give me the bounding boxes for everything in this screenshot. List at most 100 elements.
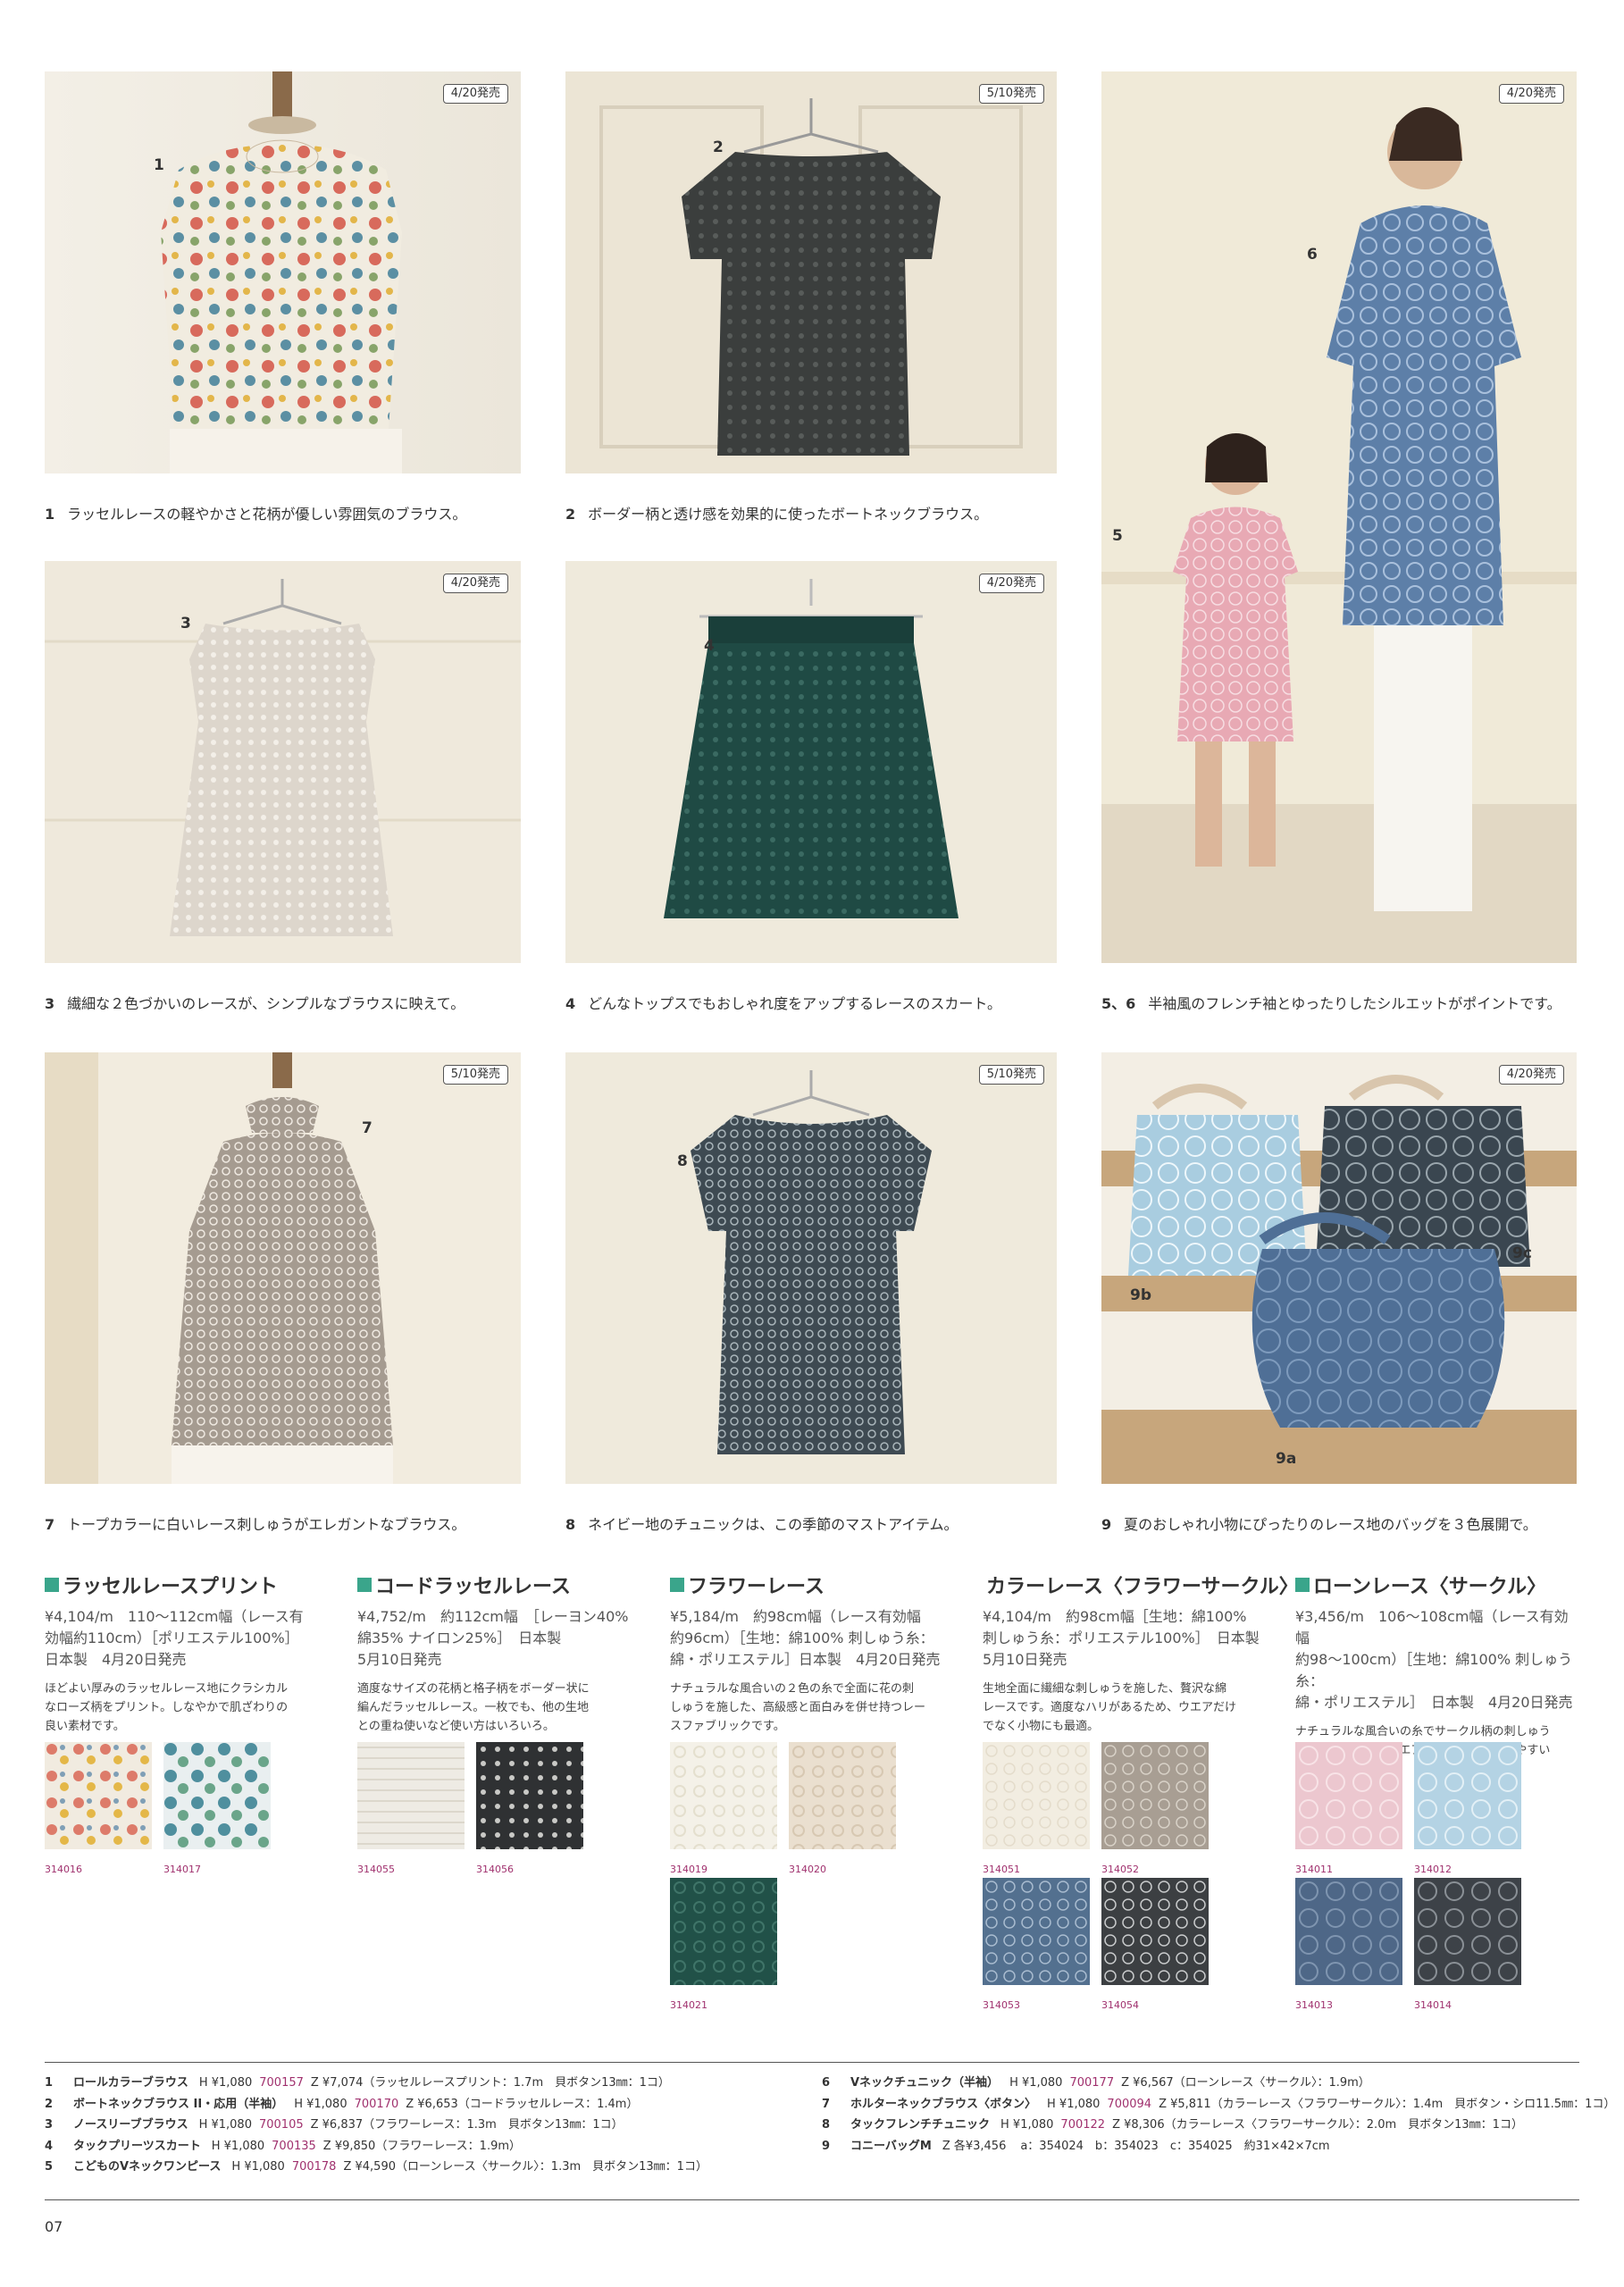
blouse-7-illustration bbox=[45, 1052, 521, 1484]
swatch-314055 bbox=[357, 1742, 465, 1849]
fabric-title: ラッセルレースプリント bbox=[45, 1571, 331, 1599]
release-badge: 4/20発売 bbox=[442, 84, 508, 104]
green-square-icon bbox=[357, 1578, 372, 1592]
divider-bottom bbox=[45, 2199, 1579, 2200]
pattern-list-left: 1 ロールカラーブラウス H ¥1,080 700157 Z ¥7,074（ラッセルレー… bbox=[45, 2073, 707, 2178]
swatch-code: 314014 bbox=[1414, 1999, 1452, 2011]
swatch-code: 314054 bbox=[1101, 1999, 1139, 2011]
swatch-code: 314017 bbox=[163, 1864, 201, 1875]
photo-item-8: 5/10発売 8 bbox=[565, 1052, 1057, 1484]
photo-item-1: 4/20発売 1 bbox=[45, 71, 521, 473]
page-number: 07 bbox=[45, 2218, 63, 2235]
blouse-1-illustration bbox=[45, 71, 521, 473]
list-item: 3 ノースリーブブラウス H ¥1,080 700105 Z ¥6,837（フラワーレー… bbox=[45, 2118, 624, 2132]
item-number: 8 bbox=[677, 1152, 688, 1170]
list-item: 5 こどものVネックワンピース H ¥1,080 700178 Z ¥4,590（ローン… bbox=[45, 2160, 707, 2174]
list-item: 2 ボートネックブラウス II・応用（半袖） H ¥1,080 700170 Z ¥6,… bbox=[45, 2097, 639, 2111]
green-square-icon bbox=[1295, 1578, 1310, 1592]
item-number: 2 bbox=[713, 138, 724, 156]
swatch-314052 bbox=[1101, 1742, 1209, 1849]
caption-8: 8 ネイビー地のチュニックは、この季節のマストアイテム。 bbox=[565, 1516, 958, 1533]
item-number: 6 bbox=[1307, 246, 1318, 264]
divider-top bbox=[45, 2062, 1579, 2063]
item-number: 4 bbox=[704, 637, 715, 655]
swatch-code: 314051 bbox=[983, 1864, 1020, 1875]
fabric-title: コードラッセルレース bbox=[357, 1571, 643, 1599]
caption-9: 9 夏のおしゃれ小物にぴったりのレース地のバッグを３色展開で。 bbox=[1101, 1516, 1537, 1533]
fabric-spec: ¥3,456/m 106～108cm幅（レース有効幅 約98～100cm）［生地：… bbox=[1295, 1608, 1573, 1711]
photo-item-5-6: 4/20発売 6 5 bbox=[1101, 71, 1577, 963]
swatch-314020 bbox=[789, 1742, 896, 1849]
swatch-314012 bbox=[1414, 1742, 1521, 1849]
list-item: 1 ロールカラーブラウス H ¥1,080 700157 Z ¥7,074（ラッセルレー… bbox=[45, 2076, 670, 2090]
swatch-314054 bbox=[1101, 1878, 1209, 1985]
swatch-code: 314053 bbox=[983, 1999, 1020, 2011]
item-number: 3 bbox=[180, 615, 191, 632]
fabric-description: 適度なサイズの花柄と格子柄をボーダー状に 編んだラッセルレース。一枚でも、他の生地… bbox=[357, 1682, 590, 1733]
release-badge: 5/10発売 bbox=[978, 1065, 1044, 1085]
fabric-spec: ¥4,104/m 110～112cm幅（レース有 効幅約110cm）［ポリエステル… bbox=[45, 1608, 304, 1668]
fabric-description: 生地全面に繊細な刺しゅうを施した、贅沢な綿 レースです。適度なハリがあるため、ウエ… bbox=[983, 1682, 1237, 1733]
fabric-spec: ¥4,104/m 約98cm幅［生地：綿100% 刺しゅう糸：ポリエステル100%… bbox=[983, 1608, 1260, 1668]
fabric-info-flower-lace: フラワーレース ¥5,184/m 約98cm幅（レース有効幅 約96cm）［生地：… bbox=[670, 1571, 956, 1736]
fabric-info-cord-russell: コードラッセルレース ¥4,752/m 約112cm幅 ［レーヨン40% 綿35%… bbox=[357, 1571, 643, 1736]
swatch-314021 bbox=[670, 1878, 777, 1985]
swatch-314017 bbox=[163, 1742, 271, 1849]
swatch-314056 bbox=[476, 1742, 583, 1849]
photo-item-4: 4/20発売 4 bbox=[565, 561, 1057, 963]
release-badge: 4/20発売 bbox=[1498, 1065, 1564, 1085]
item-number: 9b bbox=[1130, 1286, 1151, 1304]
swatch-code: 314056 bbox=[476, 1864, 514, 1875]
caption-1: 1 ラッセルレースの軽やかさと花柄が優しい雰囲気のブラウス。 bbox=[45, 506, 467, 523]
swatch-314014 bbox=[1414, 1878, 1521, 1985]
caption-4: 4 どんなトップスでもおしゃれ度をアップするレースのスカート。 bbox=[565, 995, 1002, 1012]
skirt-4-illustration bbox=[565, 561, 1057, 963]
list-item: 6 Vネックチュニック（半袖） H ¥1,080 700177 Z ¥6,567（ローン… bbox=[822, 2076, 1370, 2090]
swatch-code: 314012 bbox=[1414, 1864, 1452, 1875]
fabric-spec: ¥4,752/m 約112cm幅 ［レーヨン40% 綿35% ナイロン25%］ 日… bbox=[357, 1608, 629, 1668]
swatch-code: 314019 bbox=[670, 1864, 707, 1875]
item-number: 9a bbox=[1276, 1450, 1297, 1468]
bags-illustration bbox=[1101, 1052, 1577, 1484]
item-number: 5 bbox=[1112, 527, 1123, 545]
photo-item-9: 4/20発売 9b 9c 9a bbox=[1101, 1052, 1577, 1484]
swatch-314011 bbox=[1295, 1742, 1402, 1849]
release-badge: 4/20発売 bbox=[1498, 84, 1564, 104]
models-illustration bbox=[1101, 71, 1577, 963]
release-badge: 4/20発売 bbox=[978, 574, 1044, 593]
swatch-314016 bbox=[45, 1742, 152, 1849]
caption-2: 2 ボーダー柄と透け感を効果的に使ったボートネックブラウス。 bbox=[565, 506, 989, 523]
green-square-icon bbox=[45, 1578, 59, 1592]
list-item: 7 ホルターネックブラウス〈ボタン〉 H ¥1,080 700094 Z ¥5,811（… bbox=[822, 2097, 1616, 2111]
swatch-code: 314052 bbox=[1101, 1864, 1139, 1875]
list-item: 4 タックプリーツスカート H ¥1,080 700135 Z ¥9,850（フラワーレ… bbox=[45, 2139, 522, 2153]
fabric-info-color-lace: カラーレース〈フラワーサークル〉 ¥4,104/m 約98cm幅［生地：綿100… bbox=[983, 1571, 1299, 1736]
caption-5-6: 5、6 半袖風のフレンチ袖とゆったりしたシルエットがポイントです。 bbox=[1101, 995, 1561, 1012]
fabric-spec: ¥5,184/m 約98cm幅（レース有効幅 約96cm）［生地：綿100% 刺し… bbox=[670, 1608, 941, 1668]
swatch-code: 314020 bbox=[789, 1864, 826, 1875]
tunic-8-illustration bbox=[565, 1052, 1057, 1484]
fabric-title: ローンレース〈サークル〉 bbox=[1295, 1571, 1581, 1599]
swatch-code: 314016 bbox=[45, 1864, 82, 1875]
list-item: 9 コニーバッグM Z 各¥3,456 a：354024 b：354023 c：354… bbox=[822, 2139, 1330, 2153]
swatch-code: 314055 bbox=[357, 1864, 395, 1875]
fabric-description: ほどよい厚みのラッセルレース地にクラシカル なローズ柄をプリント。しなやかで肌ざわ… bbox=[45, 1682, 289, 1733]
fabric-title: カラーレース〈フラワーサークル〉 bbox=[986, 1576, 1299, 1598]
item-number: 7 bbox=[362, 1119, 373, 1137]
caption-7: 7 トープカラーに白いレース刺しゅうがエレガントなブラウス。 bbox=[45, 1516, 466, 1533]
swatch-314013 bbox=[1295, 1878, 1402, 1985]
swatch-code: 314021 bbox=[670, 1999, 707, 2011]
blouse-2-illustration bbox=[565, 71, 1057, 473]
release-badge: 4/20発売 bbox=[442, 574, 508, 593]
swatch-code: 314013 bbox=[1295, 1999, 1333, 2011]
fabric-description: ナチュラルな風合いの２色の糸で全面に花の刺 しゅうを施した、高級感と面白みを併せ持… bbox=[670, 1682, 926, 1733]
item-number: 9c bbox=[1512, 1244, 1532, 1262]
swatch-314051 bbox=[983, 1742, 1090, 1849]
release-badge: 5/10発売 bbox=[442, 1065, 508, 1085]
fabric-info-russell-print: ラッセルレースプリント ¥4,104/m 110～112cm幅（レース有 効幅約1… bbox=[45, 1571, 331, 1736]
fabric-title: フラワーレース bbox=[670, 1571, 956, 1599]
caption-3: 3 繊細な２色づかいのレースが、シンプルなブラウスに映えて。 bbox=[45, 995, 465, 1012]
list-item: 8 タックフレンチチュニック H ¥1,080 700122 Z ¥8,306（カラーレ… bbox=[822, 2118, 1523, 2132]
photo-item-3: 4/20発売 3 bbox=[45, 561, 521, 963]
photo-item-7: 5/10発売 7 bbox=[45, 1052, 521, 1484]
